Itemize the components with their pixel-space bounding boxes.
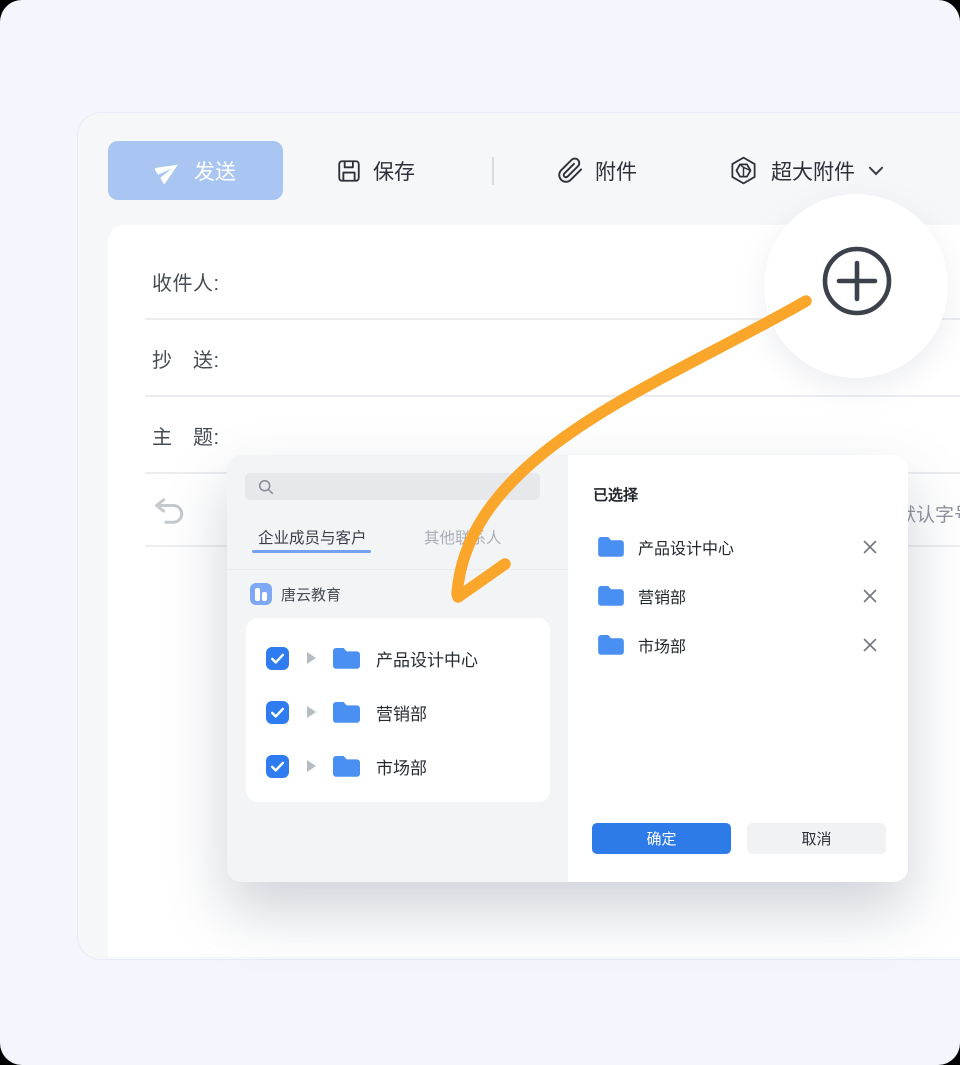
remove-icon[interactable] — [862, 588, 878, 604]
attachment-button[interactable]: 附件 — [557, 141, 637, 200]
cc-label: 抄 送: — [152, 344, 220, 373]
add-contact-button[interactable] — [817, 241, 897, 321]
large-attachment-button[interactable]: 超大附件 — [727, 141, 884, 200]
tab-other-contacts[interactable]: 其他联系人 — [424, 526, 502, 548]
send-button[interactable]: 发送 — [108, 141, 283, 200]
company-row[interactable]: 唐云教育 — [250, 583, 341, 605]
checkbox-checked[interactable] — [266, 647, 289, 670]
save-icon — [336, 158, 362, 184]
expand-caret-icon[interactable] — [307, 760, 316, 772]
undo-button[interactable] — [152, 492, 188, 528]
paperclip-icon — [557, 157, 584, 184]
selected-label: 产品设计中心 — [638, 535, 862, 559]
picker-selected-panel: 已选择 产品设计中心 营销部 市场部 确定 取消 — [568, 455, 908, 882]
save-button[interactable]: 保存 — [336, 141, 415, 200]
group-row-product-design[interactable]: 产品设计中心 — [246, 631, 550, 685]
remove-icon[interactable] — [862, 539, 878, 555]
large-attachment-label: 超大附件 — [771, 156, 855, 186]
confirm-button[interactable]: 确定 — [592, 823, 731, 854]
selected-row: 市场部 — [568, 621, 908, 669]
company-icon — [250, 583, 272, 605]
group-list: 产品设计中心 营销部 市场部 — [246, 618, 550, 802]
attachment-label: 附件 — [595, 156, 637, 186]
group-label: 产品设计中心 — [376, 646, 478, 671]
folder-icon — [598, 635, 624, 655]
send-icon — [155, 157, 182, 184]
remove-icon[interactable] — [862, 637, 878, 653]
group-row-marketing[interactable]: 营销部 — [246, 685, 550, 739]
folder-icon — [598, 537, 624, 557]
toolbar-divider — [492, 157, 494, 185]
company-name: 唐云教育 — [281, 584, 341, 605]
folder-icon — [333, 756, 360, 777]
selected-label: 市场部 — [638, 633, 862, 657]
folder-icon — [598, 586, 624, 606]
selected-row: 营销部 — [568, 572, 908, 620]
group-row-market[interactable]: 市场部 — [246, 739, 550, 793]
email-compose-screen: 发送 保存 附件 超大附件 — [0, 0, 960, 1065]
group-label: 营销部 — [376, 700, 427, 725]
group-label: 市场部 — [376, 754, 427, 779]
contact-picker-dialog: 企业成员与客户 其他联系人 唐云教育 产品设计中心 — [227, 455, 908, 882]
active-tab-underline — [252, 550, 371, 553]
large-attachment-icon — [727, 154, 760, 187]
selected-label: 营销部 — [638, 584, 862, 608]
picker-left-panel: 企业成员与客户 其他联系人 唐云教育 产品设计中心 — [227, 455, 568, 882]
folder-icon — [333, 648, 360, 669]
subject-label: 主 题: — [152, 421, 220, 450]
selected-title: 已选择 — [593, 484, 638, 505]
tab-bar-divider — [227, 569, 568, 570]
subject-input[interactable] — [250, 412, 960, 456]
cc-underline — [145, 395, 960, 397]
checkbox-checked[interactable] — [266, 701, 289, 724]
tab-members-and-clients[interactable]: 企业成员与客户 — [258, 526, 367, 548]
search-input[interactable] — [245, 473, 540, 500]
expand-caret-icon[interactable] — [307, 652, 316, 664]
selected-row: 产品设计中心 — [568, 523, 908, 571]
chevron-down-icon — [868, 166, 884, 176]
send-label: 发送 — [194, 156, 236, 186]
cancel-button[interactable]: 取消 — [747, 823, 886, 854]
search-icon — [258, 479, 274, 495]
to-label: 收件人: — [152, 267, 220, 296]
expand-caret-icon[interactable] — [307, 706, 316, 718]
save-label: 保存 — [373, 156, 415, 186]
folder-icon — [333, 702, 360, 723]
checkbox-checked[interactable] — [266, 755, 289, 778]
